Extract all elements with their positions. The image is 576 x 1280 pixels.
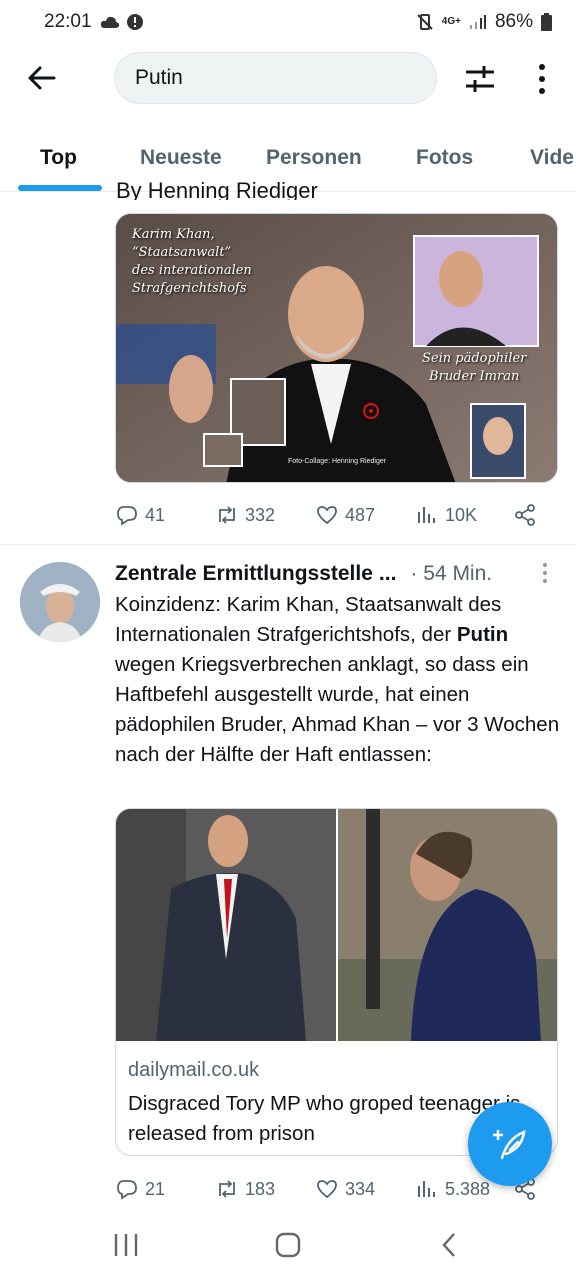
tab-personen[interactable]: Personen xyxy=(266,146,362,170)
share-button[interactable] xyxy=(513,503,537,527)
home-icon xyxy=(275,1232,301,1258)
tab-videos[interactable]: Vide xyxy=(530,146,574,170)
more-vertical-icon xyxy=(543,563,547,583)
chevron-left-icon xyxy=(442,1233,455,1257)
tab-fotos[interactable]: Fotos xyxy=(416,146,473,170)
collage-caption-right: Sein pädophiler Bruder Imran xyxy=(422,351,527,384)
signal-icon xyxy=(469,15,486,29)
tweet1-byline: By Henning Riediger xyxy=(116,178,318,200)
views-button[interactable]: 5.388 xyxy=(415,1177,490,1201)
name-truncation: ... xyxy=(378,562,397,585)
heart-icon xyxy=(317,1180,337,1199)
recent-apps-icon xyxy=(114,1234,138,1256)
card-domain: dailymail.co.uk xyxy=(128,1059,260,1081)
active-tab-indicator xyxy=(18,185,102,191)
search-input[interactable] xyxy=(115,53,436,103)
system-back-button[interactable] xyxy=(438,1232,462,1263)
status-bar: 22:01 4G+ 86% xyxy=(0,0,576,44)
tab-top[interactable]: Top xyxy=(40,146,77,170)
avatar[interactable] xyxy=(20,562,100,642)
collage-caption-left: Karim Khan, “Staatsanwalt” des interatio… xyxy=(132,227,252,296)
tweet-timestamp[interactable]: · 54 Min. xyxy=(410,562,492,586)
collage-credit: Foto-Collage: Henning Riediger xyxy=(288,458,387,465)
retweet-icon xyxy=(219,506,235,524)
retweet-button[interactable]: 183 xyxy=(215,1177,275,1201)
more-vertical-icon xyxy=(539,64,545,94)
views-button[interactable]: 10K xyxy=(415,503,477,527)
back-button[interactable] xyxy=(26,62,58,94)
system-navigation-bar xyxy=(0,1210,576,1280)
tweet1-actions: 41 332 487 10K xyxy=(115,500,545,530)
battery-percent: 86% xyxy=(494,11,533,32)
arrow-left-icon xyxy=(28,66,56,90)
recent-apps-button[interactable] xyxy=(112,1232,140,1263)
search-filter-button[interactable] xyxy=(462,62,498,96)
share-icon xyxy=(515,504,535,526)
battery-icon xyxy=(541,13,552,31)
more-options-button[interactable] xyxy=(530,62,554,96)
search-term-highlight: Putin xyxy=(456,623,509,646)
like-button[interactable]: 334 xyxy=(315,1177,375,1201)
heart-icon xyxy=(317,506,337,525)
tweet1-image[interactable]: Karim Khan, “Staatsanwalt” des interatio… xyxy=(115,213,558,483)
tweet2-header: Zentrale Ermittlungsstelle ... · 54 Min. xyxy=(115,560,555,588)
reply-button[interactable]: 41 xyxy=(115,503,165,527)
retweet-icon xyxy=(219,1180,235,1198)
tweet2-actions: 21 183 334 5.388 xyxy=(115,1174,545,1204)
tweet-more-button[interactable] xyxy=(538,562,552,584)
cloud-icon xyxy=(100,16,119,28)
alert-icon xyxy=(126,14,143,30)
search-box[interactable] xyxy=(114,52,437,104)
network-type-label: 4G+ xyxy=(441,16,461,27)
status-time: 22:01 xyxy=(44,11,92,32)
reply-button[interactable]: 21 xyxy=(115,1177,165,1201)
search-header xyxy=(0,44,576,124)
reply-icon xyxy=(117,1180,137,1200)
tab-neueste[interactable]: Neueste xyxy=(140,146,222,170)
tweet-divider xyxy=(0,544,576,545)
mute-vibrate-icon xyxy=(417,14,433,30)
home-button[interactable] xyxy=(274,1232,302,1263)
sliders-icon xyxy=(466,66,494,92)
reply-icon xyxy=(117,506,137,526)
like-button[interactable]: 487 xyxy=(315,503,375,527)
retweet-button[interactable]: 332 xyxy=(215,503,275,527)
avatar-image xyxy=(20,562,100,642)
link-card[interactable]: dailymail.co.uk Disgraced Tory MP who gr… xyxy=(115,808,558,1156)
views-chart-icon xyxy=(418,1181,435,1197)
compose-post-button[interactable] xyxy=(468,1102,552,1186)
card-image xyxy=(116,809,557,1041)
feather-plus-icon xyxy=(493,1130,526,1160)
tweet-text: Koinzidenz: Karim Khan, Staatsanwalt des… xyxy=(115,593,560,766)
author-name[interactable]: Zentrale Ermittlungsstelle xyxy=(115,562,373,586)
views-chart-icon xyxy=(418,507,435,523)
